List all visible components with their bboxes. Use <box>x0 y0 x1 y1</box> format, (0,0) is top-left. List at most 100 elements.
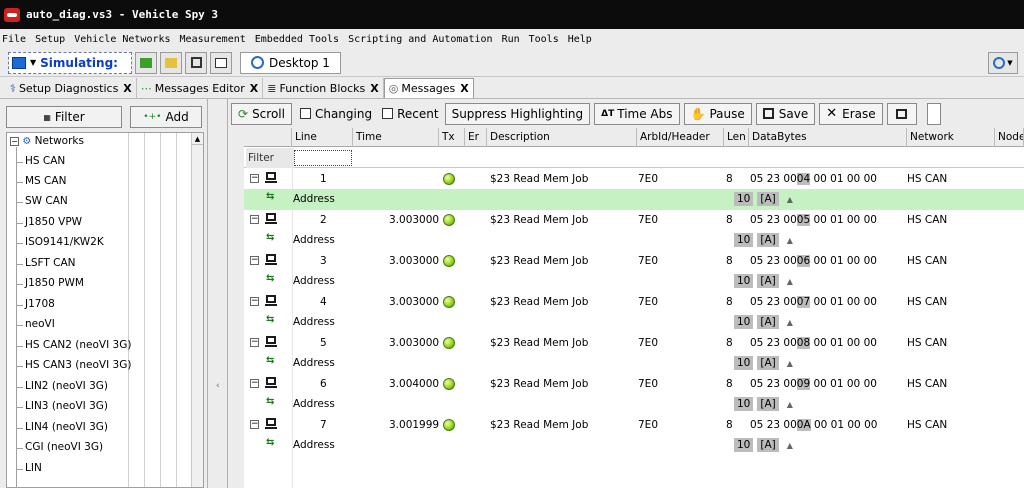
table-row[interactable]: − 6 3.004000 s $23 Read Mem Job 7E0 8 05… <box>244 374 1024 394</box>
collapse-box[interactable]: − <box>10 136 19 146</box>
collapse-left-icon[interactable]: ‹ <box>216 381 220 391</box>
table-row[interactable]: − 1 $23 Read Mem Job 7E0 8 05 23 0004 00… <box>244 169 1024 189</box>
tree-item[interactable]: LIN <box>17 462 42 474</box>
col-er[interactable]: Er <box>465 128 487 147</box>
col-node[interactable]: Node <box>995 128 1024 147</box>
close-icon[interactable]: X <box>250 82 258 95</box>
scroll-button[interactable]: ⟳ Scroll <box>231 102 292 125</box>
save-button[interactable]: Save <box>755 102 816 125</box>
tab-function-blocks[interactable]: ≣ Function Blocks X <box>263 78 384 98</box>
collapse-box[interactable]: − <box>250 174 259 183</box>
collapse-box[interactable]: − <box>250 256 259 265</box>
tree-scrollbar[interactable]: ▲ <box>191 133 203 487</box>
collapse-box[interactable]: − <box>250 420 259 429</box>
signal-value: 10 [A] ▲ <box>734 189 793 210</box>
tree-item[interactable]: CGI (neoVI 3G) <box>16 441 103 453</box>
table-row[interactable]: − 3 3.003000 s $23 Read Mem Job 7E0 8 05… <box>244 251 1024 271</box>
collapse-box[interactable]: − <box>250 297 259 306</box>
collapse-box[interactable]: − <box>250 215 259 224</box>
tree-root[interactable]: − ⚙ Networks <box>10 135 84 147</box>
signal-row[interactable]: ⇆ Address 10 [A] ▲ <box>244 394 1024 415</box>
pause-button[interactable]: ✋ Pause <box>683 102 752 125</box>
signal-row[interactable]: ⇆ Address 10 [A] ▲ <box>244 271 1024 292</box>
table-row[interactable]: − 5 3.003000 s $23 Read Mem Job 7E0 8 05… <box>244 333 1024 353</box>
suppress-highlighting-button[interactable]: Suppress Highlighting <box>444 102 591 125</box>
time-filter-input[interactable] <box>355 150 437 166</box>
save-disk-icon[interactable] <box>185 51 207 74</box>
col-description[interactable]: Description <box>487 128 637 147</box>
panel-splitter[interactable]: ‹ <box>208 99 228 488</box>
tree-item[interactable]: LIN4 (neoVI 3G) <box>17 421 108 433</box>
table-row[interactable]: − 7 3.001999 s $23 Read Mem Job 7E0 8 05… <box>244 415 1024 435</box>
close-icon[interactable]: X <box>460 82 468 95</box>
tree-item[interactable]: LIN3 (neoVI 3G) <box>17 400 108 412</box>
col-time[interactable]: Time <box>353 128 439 147</box>
time-abs-button[interactable]: ΔT Time Abs <box>594 102 680 125</box>
cell-len: 8 <box>726 419 733 431</box>
menu-file[interactable]: File <box>2 34 26 45</box>
tree-item[interactable]: HS CAN3 (neoVI 3G) <box>16 359 131 371</box>
col-tx[interactable]: Tx <box>439 128 465 147</box>
collapse-box[interactable]: − <box>250 379 259 388</box>
desktop-tab[interactable]: Desktop 1 <box>240 51 341 74</box>
tree-item[interactable]: HS CAN <box>16 155 65 167</box>
menu-tools[interactable]: Tools <box>529 34 559 45</box>
signal-row[interactable]: ⇆ Address 10 [A] ▲ <box>244 312 1024 333</box>
menu-embedded-tools[interactable]: Embedded Tools <box>255 34 339 45</box>
cell-description: $23 Read Mem Job <box>490 378 589 390</box>
erase-button[interactable]: ✕ Erase <box>819 102 883 125</box>
tree-item[interactable]: J1708 <box>17 298 55 310</box>
cell-time: 3.003000 s <box>389 214 441 226</box>
changing-checkbox[interactable]: Changing <box>299 107 372 121</box>
col-network[interactable]: Network <box>907 128 995 147</box>
menu-help[interactable]: Help <box>568 34 592 45</box>
cell-description: $23 Read Mem Job <box>490 419 589 431</box>
windows-button[interactable] <box>886 102 917 125</box>
close-icon[interactable]: X <box>370 82 378 95</box>
signal-row[interactable]: ⇆ Address 10 [A] ▲ <box>244 435 1024 456</box>
cell-network: HS CAN <box>907 255 948 267</box>
menu-scripting[interactable]: Scripting and Automation <box>348 34 493 45</box>
tree-item[interactable]: neoVI <box>17 318 55 330</box>
tab-messages[interactable]: ◎ Messages X <box>383 78 474 98</box>
tab-setup-diagnostics[interactable]: ⚕ Setup Diagnostics X <box>6 78 137 98</box>
close-icon[interactable]: X <box>123 82 131 95</box>
filter-button[interactable]: ▦ Filter <box>6 106 122 128</box>
menu-measurement[interactable]: Measurement <box>180 34 246 45</box>
signal-row[interactable]: ⇆ Address 10 [A] ▲ <box>244 230 1024 251</box>
tree-item[interactable]: SW CAN <box>17 195 68 207</box>
signal-row[interactable]: ⇆ Address 10 [A] ▲ <box>244 189 1024 210</box>
table-row[interactable]: − 4 3.003000 s $23 Read Mem Job 7E0 8 05… <box>244 292 1024 312</box>
toolbar-input[interactable] <box>926 102 941 125</box>
mode-selector[interactable]: ▼ Simulating: <box>8 51 132 74</box>
desktop-menu-icon[interactable]: ▼ <box>988 51 1018 74</box>
line-filter-input[interactable] <box>294 150 352 166</box>
tab-label: Messages <box>401 82 456 95</box>
col-len[interactable]: Len <box>724 128 749 147</box>
tab-messages-editor[interactable]: ⋯ Messages Editor X <box>137 78 264 98</box>
tree-item[interactable]: J1850 PWM <box>17 277 84 289</box>
col-databytes[interactable]: DataBytes <box>749 128 907 147</box>
tree-item[interactable]: LIN2 (neoVI 3G) <box>17 380 108 392</box>
tree-item[interactable]: J1850 VPW <box>16 216 82 228</box>
tree-item[interactable]: LSFT CAN <box>17 257 76 269</box>
signal-value: 10 [A] ▲ <box>734 271 793 292</box>
recent-checkbox[interactable]: Recent <box>382 107 439 121</box>
menu-run[interactable]: Run <box>502 34 520 45</box>
collapse-box[interactable]: − <box>250 338 259 347</box>
tree-item[interactable]: HS CAN2 (neoVI 3G) <box>16 339 131 351</box>
data-byte-changed: 09 <box>796 378 811 390</box>
tree-item[interactable]: MS CAN <box>16 175 66 187</box>
folder-icon[interactable] <box>160 51 182 74</box>
workspace-icon[interactable] <box>210 51 232 74</box>
run-icon[interactable] <box>135 51 157 74</box>
scroll-up-icon[interactable]: ▲ <box>192 133 203 145</box>
tree-item[interactable]: ISO9141/KW2K <box>17 236 104 248</box>
table-row[interactable]: − 2 3.003000 s $23 Read Mem Job 7E0 8 05… <box>244 210 1024 230</box>
menu-setup[interactable]: Setup <box>35 34 65 45</box>
col-arbid[interactable]: ArbId/Header <box>637 128 724 147</box>
signal-row[interactable]: ⇆ Address 10 [A] ▲ <box>244 353 1024 374</box>
col-line[interactable]: Line <box>292 128 353 147</box>
add-button[interactable]: •+• Add <box>130 106 202 128</box>
menu-vehicle-networks[interactable]: Vehicle Networks <box>74 34 170 45</box>
